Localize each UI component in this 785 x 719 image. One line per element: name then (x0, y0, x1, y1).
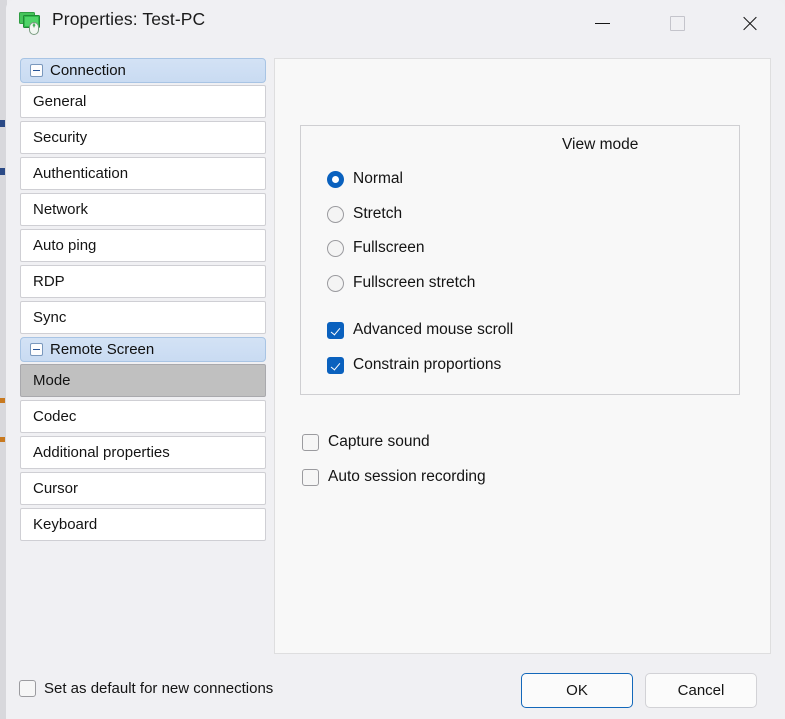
nav-group-connection[interactable]: Connection (20, 58, 266, 83)
maximize-icon (670, 16, 685, 31)
checkbox-row-set-as-default[interactable]: Set as default for new connections (19, 680, 273, 697)
background-accent-mark-1 (0, 120, 5, 127)
collapse-minus-icon[interactable] (30, 343, 43, 356)
remote-screen-icon (19, 12, 43, 35)
background-accent-mark-2 (0, 168, 5, 175)
checkbox-advanced-mouse-scroll[interactable] (327, 322, 344, 339)
checkbox-label-capture-sound: Capture sound (328, 433, 430, 451)
sidebar-item-rdp[interactable]: RDP (20, 265, 266, 298)
radio-normal[interactable] (327, 171, 344, 188)
view-mode-legend: View mode (556, 136, 644, 154)
properties-dialog-window: Properties: Test-PC Connection General S… (6, 0, 785, 719)
cancel-button[interactable]: Cancel (645, 673, 757, 708)
sidebar-item-general[interactable]: General (20, 85, 266, 118)
checkbox-label-constrain-proportions: Constrain proportions (353, 356, 501, 374)
background-accent-mark-3 (0, 398, 5, 403)
settings-content-panel: View mode Normal Stretch Fullscreen Full… (274, 58, 771, 654)
radio-label-normal: Normal (353, 170, 403, 188)
sidebar-item-label: Cursor (33, 480, 78, 497)
collapse-minus-icon[interactable] (30, 64, 43, 77)
dialog-body: Connection General Security Authenticati… (6, 47, 785, 661)
radio-row-stretch[interactable]: Stretch (327, 205, 402, 223)
settings-navigation-list: Connection General Security Authenticati… (20, 58, 266, 654)
checkbox-capture-sound[interactable] (302, 434, 319, 451)
sidebar-item-label: Sync (33, 309, 66, 326)
radio-label-stretch: Stretch (353, 205, 402, 223)
sidebar-item-network[interactable]: Network (20, 193, 266, 226)
sidebar-item-label: Auto ping (33, 237, 96, 254)
checkbox-auto-session-recording[interactable] (302, 469, 319, 486)
checkbox-row-auto-session-recording[interactable]: Auto session recording (302, 468, 486, 486)
nav-group-remote-screen[interactable]: Remote Screen (20, 337, 266, 362)
sidebar-item-authentication[interactable]: Authentication (20, 157, 266, 190)
sidebar-item-label: Keyboard (33, 516, 97, 533)
checkbox-set-as-default[interactable] (19, 680, 36, 697)
maximize-button[interactable] (654, 0, 700, 47)
sidebar-item-label: RDP (33, 273, 65, 290)
sidebar-item-label: Security (33, 129, 87, 146)
minimize-icon (595, 23, 610, 24)
sidebar-item-cursor[interactable]: Cursor (20, 472, 266, 505)
radio-label-fullscreen: Fullscreen (353, 239, 425, 257)
checkbox-row-capture-sound[interactable]: Capture sound (302, 433, 430, 451)
radio-label-fullscreen-stretch: Fullscreen stretch (353, 274, 475, 292)
sidebar-item-sync[interactable]: Sync (20, 301, 266, 334)
radio-row-fullscreen-stretch[interactable]: Fullscreen stretch (327, 274, 475, 292)
sidebar-item-keyboard[interactable]: Keyboard (20, 508, 266, 541)
background-accent-mark-4 (0, 437, 5, 442)
window-title: Properties: Test-PC (52, 9, 205, 30)
minimize-button[interactable] (579, 0, 625, 47)
radio-row-fullscreen[interactable]: Fullscreen (327, 239, 425, 257)
radio-row-normal[interactable]: Normal (327, 170, 403, 188)
sidebar-item-label: General (33, 93, 86, 110)
sidebar-item-label: Additional properties (33, 444, 170, 461)
radio-stretch[interactable] (327, 206, 344, 223)
nav-group-label: Connection (50, 62, 126, 79)
title-bar: Properties: Test-PC (6, 0, 785, 47)
sidebar-item-auto-ping[interactable]: Auto ping (20, 229, 266, 262)
radio-fullscreen-stretch[interactable] (327, 275, 344, 292)
nav-group-label: Remote Screen (50, 341, 154, 358)
radio-fullscreen[interactable] (327, 240, 344, 257)
checkbox-row-advanced-mouse-scroll[interactable]: Advanced mouse scroll (327, 321, 513, 339)
checkbox-label-set-as-default: Set as default for new connections (44, 680, 273, 697)
sidebar-item-label: Codec (33, 408, 76, 425)
sidebar-item-mode[interactable]: Mode (20, 364, 266, 397)
sidebar-item-label: Authentication (33, 165, 128, 182)
close-icon (741, 15, 758, 32)
close-button[interactable] (726, 0, 772, 47)
checkbox-label-advanced-mouse-scroll: Advanced mouse scroll (353, 321, 513, 339)
checkbox-label-auto-session-recording: Auto session recording (328, 468, 486, 486)
checkbox-constrain-proportions[interactable] (327, 357, 344, 374)
dialog-footer: Set as default for new connections OK Ca… (6, 661, 785, 719)
ok-button[interactable]: OK (521, 673, 633, 708)
sidebar-item-additional-properties[interactable]: Additional properties (20, 436, 266, 469)
sidebar-item-security[interactable]: Security (20, 121, 266, 154)
sidebar-item-label: Mode (33, 372, 71, 389)
view-mode-groupbox (300, 125, 740, 395)
checkbox-row-constrain-proportions[interactable]: Constrain proportions (327, 356, 501, 374)
sidebar-item-codec[interactable]: Codec (20, 400, 266, 433)
sidebar-item-label: Network (33, 201, 88, 218)
